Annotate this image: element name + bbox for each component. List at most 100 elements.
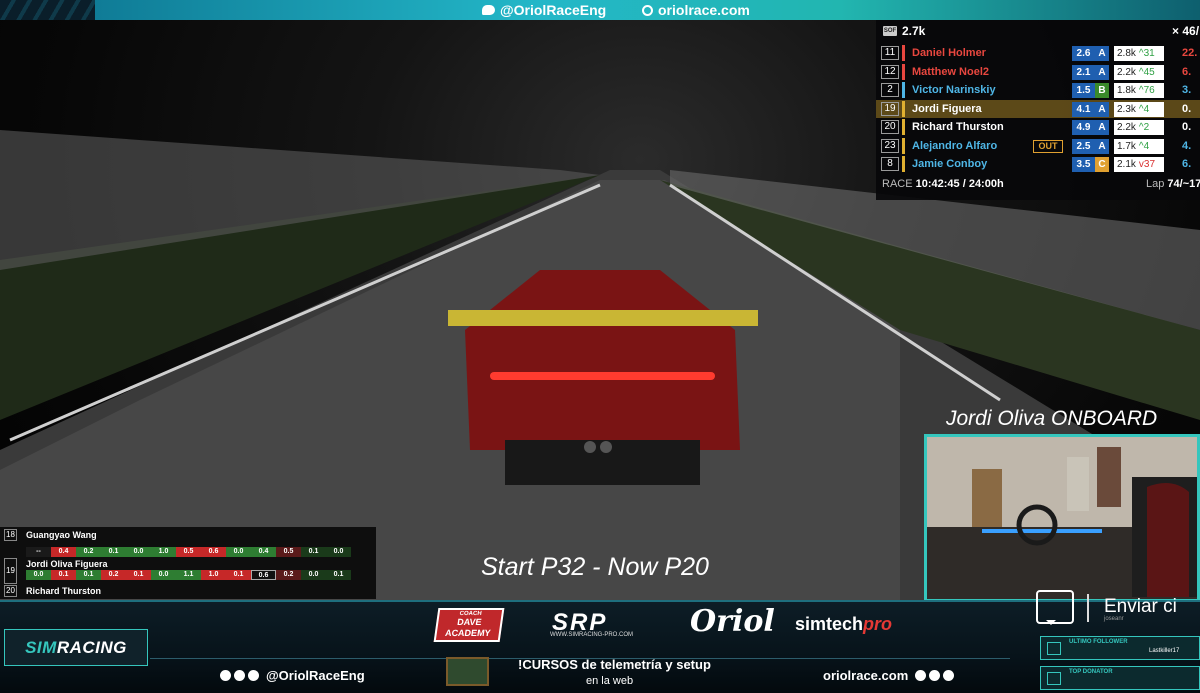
standings-position: 11	[881, 46, 899, 60]
lap-label: Lap	[1146, 178, 1165, 190]
gap-value: 4.	[1182, 139, 1192, 152]
driver-name: Daniel Holmer	[912, 47, 986, 59]
delta-value: 76	[1143, 85, 1155, 96]
twitter-handle: @OriolRaceEng	[500, 2, 607, 18]
irating-value: 2.2k	[1117, 66, 1136, 78]
gap-value: 0.	[1182, 121, 1192, 133]
class-color-bar	[902, 137, 905, 154]
irating-delta: ^2	[1139, 122, 1149, 133]
relative-panel: 18 Guangyao Wang -- 0.4 0.2 0.1 0.0 1.0 0.5 0.6…	[0, 527, 376, 599]
facebook-icon	[915, 670, 927, 681]
race-label: RACE	[882, 178, 913, 190]
race-clock: RACE 10:42:45 / 24:00h	[882, 178, 1004, 190]
social-handle-text: @OriolRaceEng	[266, 668, 365, 683]
driver-name: Victor Narinskiy	[912, 84, 996, 96]
standings-position: 20	[881, 120, 899, 134]
irating-value: 2.1k	[1117, 159, 1136, 170]
social-handle[interactable]: @OriolRaceEng	[220, 668, 365, 683]
standings-row: 11 Daniel Holmer 2.6 A 2.8k ^31 22.	[876, 44, 1200, 62]
standings-row: 19 Jordi Figuera 4.1 A 2.3k ^4 0.	[876, 99, 1200, 118]
delta-value: 4	[1143, 140, 1150, 152]
standings-row: 12 Matthew Noel2 2.1 A 2.2k ^45 6.	[876, 63, 1200, 81]
irating-delta: ^31	[1139, 48, 1155, 59]
sponsor-strip: COACH DAVE ACADEMY SRP WWW.SIMRACING-PRO…	[0, 602, 1200, 654]
license-badge: A	[1095, 64, 1109, 80]
site-link-text: oriolrace.com	[823, 668, 909, 683]
lap-counter: Lap 74/~170	[1146, 178, 1200, 190]
relative-row: 18 Guangyao Wang	[0, 528, 376, 542]
website-link[interactable]: oriolrace.com	[642, 2, 750, 18]
irating: 2.2k ^45	[1114, 64, 1164, 80]
standings-row: 2 Victor Narinskiy 1.5 B 1.8k ^76 3.	[876, 81, 1200, 99]
delta-cell: 0.1	[226, 570, 251, 580]
gap-value: 22.	[1182, 47, 1198, 59]
twitter-icon	[234, 670, 245, 681]
safety-rating: 4.1	[1072, 101, 1095, 117]
safety-rating: 4.9	[1072, 120, 1095, 135]
promo-line-2: en la web	[586, 675, 634, 687]
delta-value: 45	[1143, 66, 1155, 78]
relative-row: 20 Richard Thurston	[0, 584, 376, 598]
chat-icon[interactable]	[1036, 590, 1074, 625]
standings-position: 19	[881, 101, 899, 116]
irating-value: 2.8k	[1117, 48, 1136, 59]
license-badge: C	[1095, 157, 1109, 172]
delta-value: 37	[1143, 159, 1156, 170]
delta-cell: 0.0	[301, 570, 326, 580]
delta-cell: 0.6	[251, 570, 276, 580]
site-link[interactable]: oriolrace.com	[823, 668, 955, 683]
relative-driver-name: Guangyao Wang	[26, 530, 97, 540]
irating-value: 1.7k	[1117, 140, 1136, 152]
relative-driver-name: Jordi Oliva Figuera	[26, 559, 108, 569]
class-color-bar	[902, 119, 905, 135]
relative-position: 20	[4, 585, 17, 597]
chalkboard-icon	[446, 657, 489, 686]
irating: 2.1k v37	[1114, 157, 1164, 172]
race-time: 10:42:45 / 24:00h	[915, 178, 1004, 190]
driver-name: Richard Thurston	[912, 121, 1004, 133]
safety-rating: 2.5	[1072, 138, 1095, 154]
instagram-icon	[943, 670, 955, 681]
license-badge: B	[1095, 83, 1109, 98]
coach-dave-logo[interactable]: COACH DAVE ACADEMY	[433, 608, 505, 642]
driver-name: Alejandro Alfaro	[912, 139, 998, 152]
bottom-banner: SIMRACING COACH DAVE ACADEMY SRP WWW.SIM…	[0, 600, 1200, 693]
position-caption: Start P32 - Now P20	[481, 553, 709, 581]
follower-label: ULTIMO FOLLOWER	[1069, 639, 1128, 645]
chat-send-button[interactable]: Enviar ci	[1104, 596, 1177, 618]
irating-delta: ^4	[1139, 141, 1149, 152]
standings-row: 20 Richard Thurston 4.9 A 2.2k ^2 0.	[876, 118, 1200, 136]
relative-position: 18	[4, 529, 17, 541]
coach-dave-line3: ACADEMY	[444, 628, 492, 638]
banner-stripes	[0, 0, 95, 20]
class-color-bar	[902, 156, 905, 172]
twitter-link[interactable]: @OriolRaceEng	[482, 2, 606, 18]
simtech-logo[interactable]: simtechpro	[795, 614, 892, 635]
standings-row: 8 Jamie Conboy 3.5 C 2.1k v37 6.	[876, 155, 1200, 173]
safety-rating: 2.6	[1072, 46, 1095, 61]
delta-cells-behind: 0.0 0.1 0.1 0.2 0.1 0.0 1.1 1.0 0.1 0.6 0.2 0.0 0.1	[26, 570, 351, 580]
last-follower-widget: ULTIMO FOLLOWER Lastkiller17	[1040, 636, 1200, 660]
standings-panel: SOF 2.7k × 46/ 11 Daniel Holmer 2.6 A 2.8k ^3…	[876, 20, 1200, 200]
gap-value: 6.	[1182, 65, 1192, 78]
delta-cell: 0.2	[101, 570, 126, 580]
relative-row: 19 Jordi Oliva Figuera	[0, 556, 376, 584]
irating-delta: ^45	[1139, 67, 1155, 78]
standings-position: 23	[881, 138, 899, 153]
safety-rating: 2.1	[1072, 64, 1095, 80]
class-color-bar	[902, 45, 905, 61]
webcam-scene	[927, 437, 1197, 599]
delta-value: 4	[1143, 103, 1150, 115]
facebook-icon	[220, 670, 231, 681]
sof-badge: SOF	[883, 26, 897, 36]
safety-rating: 3.5	[1072, 157, 1095, 172]
class-color-bar	[902, 82, 905, 98]
oriol-logo[interactable]: Oriol	[690, 604, 775, 639]
top-donator-widget: TOP DONATOR	[1040, 666, 1200, 690]
standings-position: 8	[881, 157, 899, 171]
irating: 1.7k ^4	[1114, 138, 1164, 154]
irating-value: 2.2k	[1117, 122, 1136, 133]
irating-delta: ^76	[1139, 85, 1155, 96]
license-badge: A	[1095, 101, 1109, 117]
delta-value: 2	[1143, 122, 1150, 133]
